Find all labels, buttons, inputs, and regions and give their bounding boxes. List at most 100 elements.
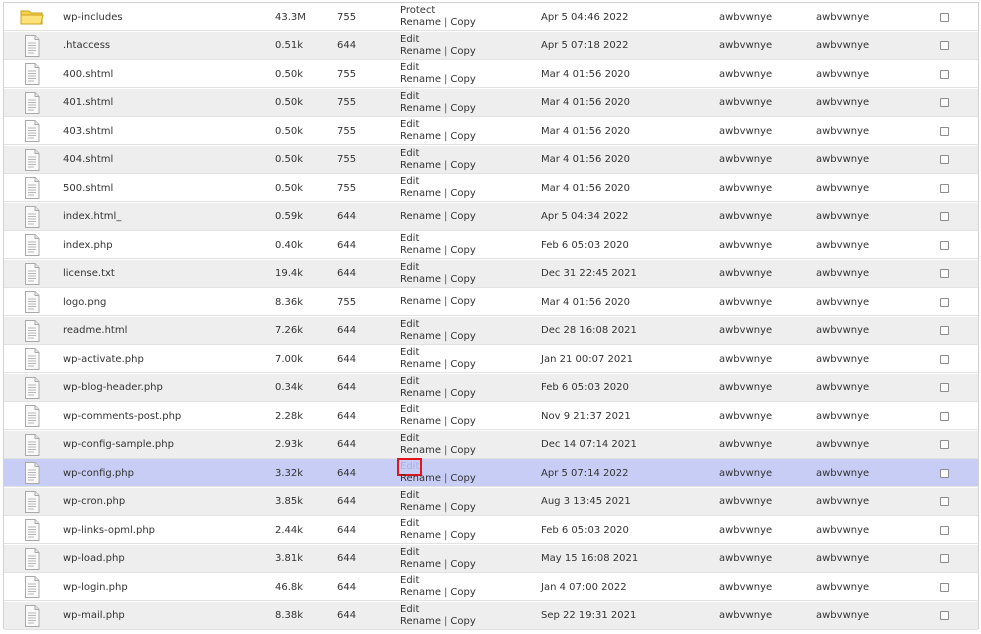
select-checkbox[interactable] (940, 269, 949, 278)
edit-link[interactable]: Edit (400, 404, 419, 416)
file-icon[interactable] (19, 402, 45, 430)
file-icon[interactable] (19, 545, 45, 573)
select-checkbox[interactable] (940, 155, 949, 164)
file-name[interactable]: 404.shtml (63, 146, 113, 174)
file-name[interactable]: logo.png (63, 288, 106, 316)
table-row[interactable]: wp-comments-post.php 2.28k 644 Edit Rename | C… (4, 402, 978, 430)
copy-link[interactable]: Copy (450, 616, 475, 628)
edit-link[interactable]: Edit (400, 233, 419, 245)
file-icon[interactable] (19, 459, 45, 487)
copy-link[interactable]: Copy (450, 502, 475, 514)
table-row[interactable]: wp-cron.php 3.85k 644 Edit Rename | Copy Aug 3 … (4, 487, 978, 516)
file-name[interactable]: wp-activate.php (63, 345, 144, 373)
copy-link[interactable]: Copy (450, 103, 475, 115)
rename-link[interactable]: Rename (400, 296, 441, 308)
file-icon[interactable] (19, 431, 45, 459)
file-name[interactable]: 401.shtml (63, 89, 113, 117)
file-name[interactable]: wp-includes (63, 3, 123, 31)
table-row[interactable]: 403.shtml 0.50k 755 Edit Rename | Copy Mar 4 01… (4, 117, 978, 145)
table-row[interactable]: logo.png 8.36k 755 Rename | Copy Mar 4 01:56 2… (4, 288, 978, 316)
file-icon[interactable] (19, 174, 45, 202)
edit-link[interactable]: Edit (400, 62, 419, 74)
file-name[interactable]: wp-comments-post.php (63, 402, 181, 430)
table-row[interactable]: wp-blog-header.php 0.34k 644 Edit Rename | Cop… (4, 373, 978, 402)
copy-link[interactable]: Copy (450, 245, 475, 257)
file-permissions[interactable]: 644 (337, 203, 356, 231)
rename-link[interactable]: Rename (400, 530, 441, 542)
table-row[interactable]: 404.shtml 0.50k 755 Edit Rename | Copy Mar 4 01… (4, 145, 978, 174)
rename-link[interactable]: Rename (400, 559, 441, 571)
file-icon[interactable] (19, 203, 45, 231)
file-name[interactable]: wp-links-opml.php (63, 516, 155, 544)
copy-link[interactable]: Copy (450, 359, 475, 371)
file-name[interactable]: wp-load.php (63, 545, 125, 573)
rename-link[interactable]: Rename (400, 616, 441, 628)
rename-link[interactable]: Rename (400, 211, 441, 223)
select-checkbox[interactable] (940, 611, 949, 620)
edit-link[interactable]: Edit (400, 547, 419, 559)
select-checkbox[interactable] (940, 582, 949, 592)
file-name[interactable]: 403.shtml (63, 117, 113, 145)
select-checkbox[interactable] (940, 525, 949, 535)
file-permissions[interactable]: 644 (337, 431, 356, 459)
copy-link[interactable]: Copy (450, 46, 475, 58)
edit-link[interactable]: Edit (400, 34, 419, 46)
file-permissions[interactable]: 755 (337, 174, 356, 202)
select-checkbox[interactable] (940, 326, 949, 335)
select-checkbox[interactable] (940, 383, 949, 392)
table-row[interactable]: wp-mail.php 8.38k 644 Edit Rename | Copy Sep 22… (4, 601, 978, 630)
table-row[interactable]: wp-links-opml.php 2.44k 644 Edit Rename | Copy… (4, 516, 978, 544)
select-checkbox[interactable] (940, 183, 949, 193)
file-name[interactable]: wp-config-sample.php (63, 431, 174, 459)
edit-link[interactable]: Edit (400, 575, 419, 587)
edit-link[interactable]: Edit (400, 490, 419, 502)
edit-link[interactable]: Edit (400, 176, 419, 188)
table-row[interactable]: wp-config.php 3.32k 644 Edit Rename | Copy Apr … (4, 458, 978, 487)
copy-link[interactable]: Copy (450, 160, 475, 172)
file-name[interactable]: wp-blog-header.php (63, 374, 163, 402)
file-name[interactable]: wp-config.php (63, 459, 134, 487)
select-checkbox[interactable] (940, 41, 949, 50)
file-permissions[interactable]: 755 (337, 288, 356, 316)
file-permissions[interactable]: 644 (337, 317, 356, 345)
edit-link[interactable]: Edit (400, 433, 419, 445)
rename-link[interactable]: Rename (400, 188, 441, 200)
rename-link[interactable]: Rename (400, 587, 441, 599)
file-permissions[interactable]: 644 (337, 231, 356, 259)
select-checkbox[interactable] (940, 497, 949, 506)
rename-link[interactable]: Rename (400, 416, 441, 428)
edit-link[interactable]: Edit (400, 518, 419, 530)
select-checkbox[interactable] (940, 212, 949, 221)
edit-link[interactable]: Edit (400, 119, 419, 131)
edit-link[interactable]: Edit (400, 347, 419, 359)
rename-link[interactable]: Rename (400, 74, 441, 86)
file-permissions[interactable]: 644 (337, 32, 356, 60)
file-permissions[interactable]: 644 (337, 488, 356, 516)
rename-link[interactable]: Rename (400, 103, 441, 115)
rename-link[interactable]: Rename (400, 274, 441, 286)
file-name[interactable]: .htaccess (63, 32, 110, 60)
rename-link[interactable]: Rename (400, 502, 441, 514)
file-icon[interactable] (19, 89, 45, 117)
edit-link[interactable]: Edit (400, 91, 419, 103)
file-icon[interactable] (19, 117, 45, 145)
file-icon[interactable] (19, 602, 45, 630)
file-permissions[interactable]: 755 (337, 3, 356, 31)
file-permissions[interactable]: 644 (337, 573, 356, 601)
rename-link[interactable]: Rename (400, 445, 441, 457)
file-icon[interactable] (19, 374, 45, 402)
copy-link[interactable]: Copy (450, 211, 475, 223)
file-permissions[interactable]: 755 (337, 117, 356, 145)
file-name[interactable]: index.html_ (63, 203, 121, 231)
edit-link[interactable]: Edit (400, 319, 419, 331)
table-row[interactable]: wp-config-sample.php 2.93k 644 Edit Rename | C… (4, 430, 978, 459)
file-icon[interactable] (19, 146, 45, 174)
file-icon[interactable] (19, 288, 45, 316)
table-row[interactable]: index.php 0.40k 644 Edit Rename | Copy Feb 6 05… (4, 231, 978, 259)
rename-link[interactable]: Rename (400, 46, 441, 58)
copy-link[interactable]: Copy (450, 74, 475, 86)
rename-link[interactable]: Rename (400, 245, 441, 257)
rename-link[interactable]: Rename (400, 131, 441, 143)
table-row[interactable]: wp-includes 43.3M 755 Protect Rename | Copy Apr… (4, 3, 978, 31)
rename-link[interactable]: Rename (400, 331, 441, 343)
